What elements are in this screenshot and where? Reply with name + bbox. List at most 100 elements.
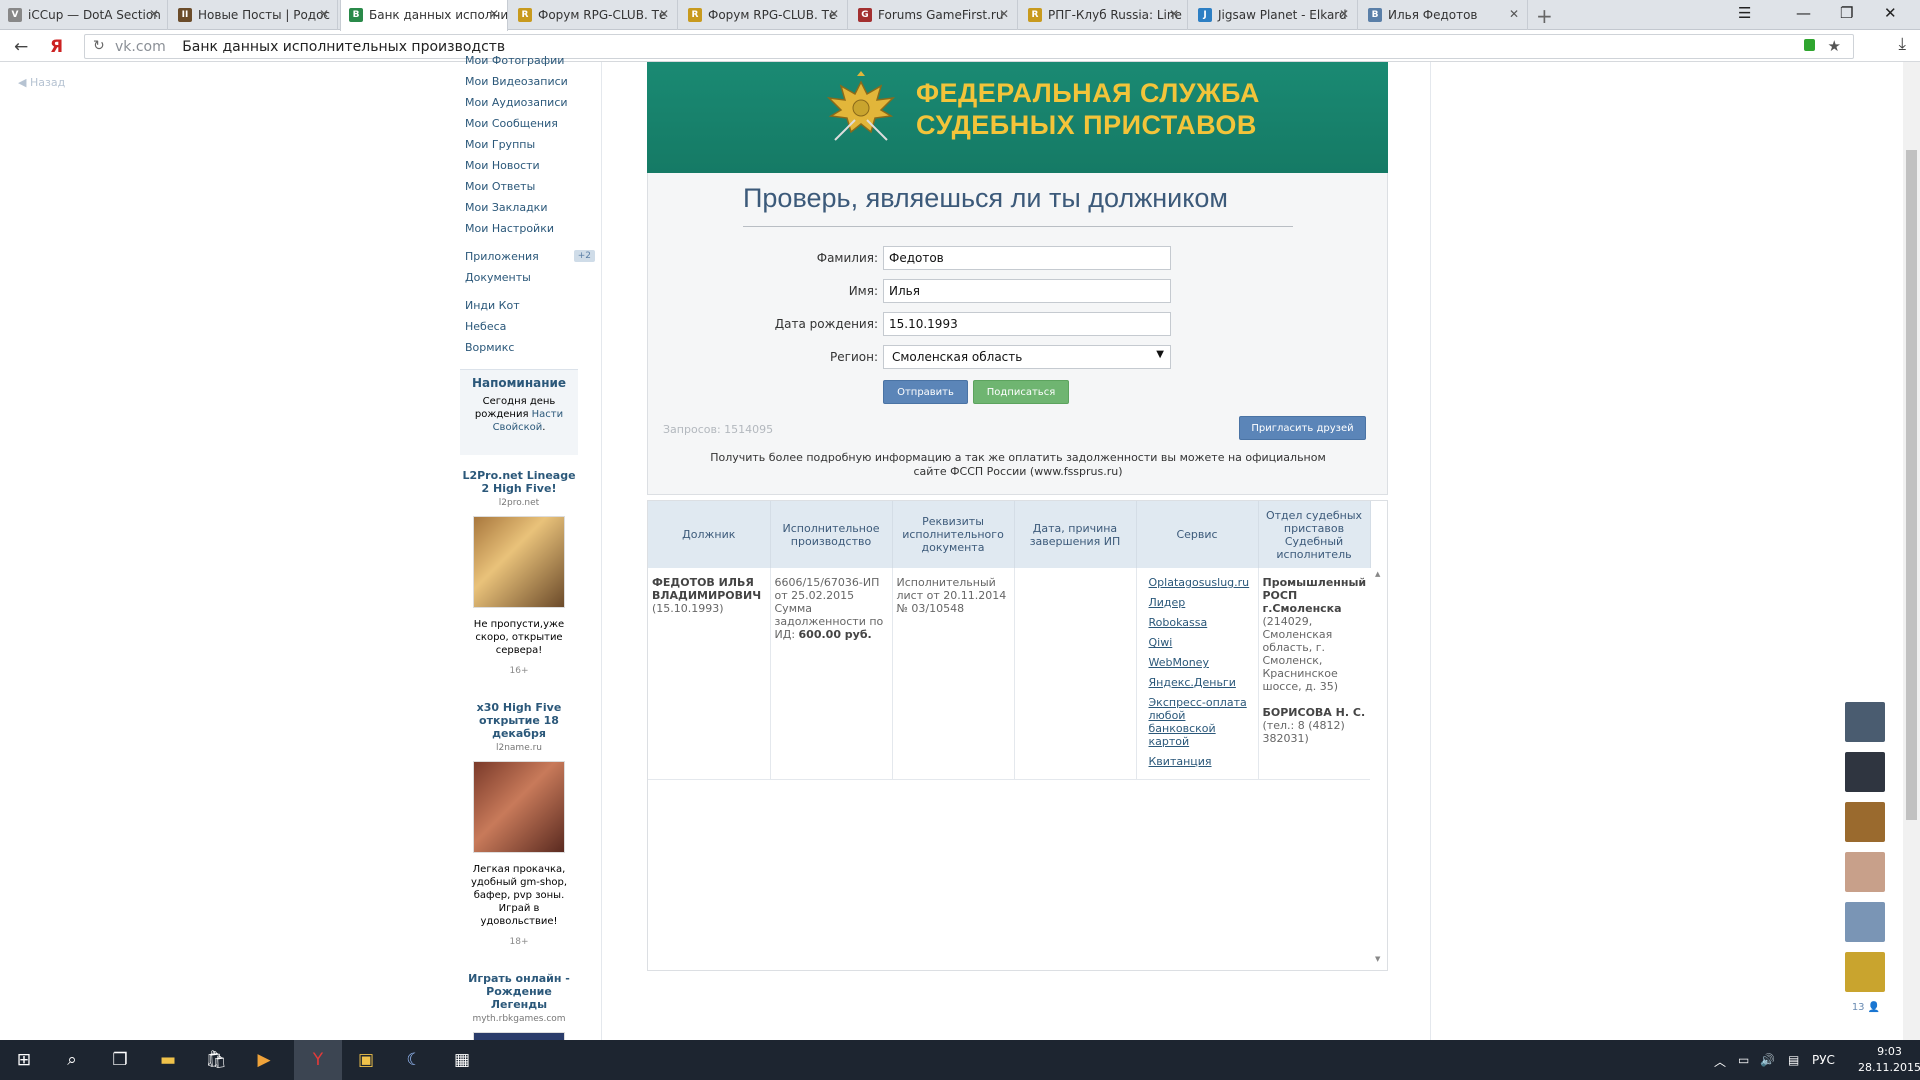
ad-image[interactable] (473, 516, 565, 608)
subscribe-button[interactable]: Подписаться (973, 380, 1069, 404)
menu-item-bookmarks[interactable]: Мои Закладки (465, 201, 595, 222)
close-icon[interactable]: ✕ (149, 7, 159, 21)
lastname-label: Фамилия: (816, 251, 878, 265)
service-link-robokassa[interactable]: Robokassa (1141, 616, 1254, 629)
close-icon[interactable]: ✕ (659, 7, 669, 21)
maximize-icon[interactable]: ❐ (1840, 4, 1853, 22)
service-link-webmoney[interactable]: WebMoney (1141, 656, 1254, 669)
menu-item-audio[interactable]: Мои Аудиозаписи (465, 96, 595, 117)
menu-item-answers[interactable]: Мои Ответы (465, 180, 595, 201)
friends-online-count[interactable]: 13 👤 (1845, 1002, 1887, 1013)
table-scrollbar[interactable]: ▲ ▼ (1373, 568, 1385, 963)
service-link-yandex-money[interactable]: Яндекс.Деньги (1141, 676, 1254, 689)
menu-item-settings[interactable]: Мои Настройки (465, 222, 595, 243)
protect-icon[interactable] (1804, 39, 1815, 51)
service-link-card-payment[interactable]: Экспресс-оплата любой банковской картой (1141, 696, 1254, 748)
download-icon[interactable]: ⤓ (1898, 34, 1906, 54)
service-link-receipt[interactable]: Квитанция (1141, 755, 1254, 768)
menu-icon[interactable]: ☰ (1738, 4, 1751, 22)
calculator-icon[interactable]: ▦ (450, 1048, 474, 1072)
ad-title[interactable]: L2Pro.net Lineage 2 High Five! (460, 469, 578, 495)
tab-iccup[interactable]: V iCCup — DotA Section ✕ (0, 0, 168, 30)
tab-rpg-club-1[interactable]: R Форум RPG-CLUB. Те ✕ (510, 0, 678, 30)
lastname-input[interactable]: Федотов (883, 246, 1171, 270)
input-language[interactable]: РУС (1812, 1053, 1835, 1067)
minimize-icon[interactable]: — (1796, 4, 1811, 22)
menu-item-wormix[interactable]: Вормикс (465, 341, 595, 362)
tab-gamefirst[interactable]: G Forums GameFirst.ru ✕ (850, 0, 1018, 30)
ad-block[interactable]: x30 High Five открытие 18 декабря l2name… (460, 701, 578, 947)
bookmark-star-icon[interactable]: ★ (1828, 37, 1841, 55)
moon-app-icon[interactable]: ☾ (402, 1048, 426, 1072)
menu-item-documents[interactable]: Документы (465, 271, 595, 292)
page-scrollbar[interactable] (1903, 62, 1920, 1040)
close-icon[interactable]: ✕ (1339, 7, 1349, 21)
tab-rodos[interactable]: II Новые Посты | Родос ✕ (170, 0, 338, 30)
notes-app-icon[interactable]: ▣ (354, 1048, 378, 1072)
tray-expand-icon[interactable]: ︿ (1714, 1053, 1726, 1070)
friend-avatar[interactable] (1845, 802, 1885, 842)
service-link-oplatagosuslug[interactable]: Oplatagosuslug.ru (1141, 576, 1254, 589)
ad-image[interactable] (473, 761, 565, 853)
friend-avatar[interactable] (1845, 852, 1885, 892)
menu-item-news[interactable]: Мои Новости (465, 159, 595, 180)
scroll-down-icon[interactable]: ▼ (1375, 955, 1380, 963)
back-link[interactable]: ◀ Назад (18, 76, 65, 89)
ad-title[interactable]: Играть онлайн - Рождение Легенды (460, 972, 578, 1011)
menu-item-nebesa[interactable]: Небеса (465, 320, 595, 341)
close-icon[interactable]: ✕ (1509, 7, 1519, 21)
new-tab-button[interactable]: + (1536, 4, 1553, 28)
file-explorer-icon[interactable]: ▬ (156, 1048, 180, 1072)
menu-item-apps[interactable]: Приложения +2 (465, 250, 595, 271)
volume-icon[interactable]: 🔊 (1760, 1053, 1775, 1067)
tab-jigsaw[interactable]: J Jigsaw Planet - Elkard ✕ (1190, 0, 1358, 30)
search-icon[interactable]: ⌕ (60, 1048, 84, 1072)
tab-fssp-active[interactable]: B Банк данных исполни ✕ (340, 0, 508, 31)
task-view-icon[interactable]: ❐ (108, 1048, 132, 1072)
send-button[interactable]: Отправить (883, 380, 968, 404)
service-link-qiwi[interactable]: Qiwi (1141, 636, 1254, 649)
lastname-row: Фамилия: Федотов (648, 246, 1389, 270)
yandex-icon[interactable]: Я (50, 37, 63, 57)
browser-tab-strip: V iCCup — DotA Section ✕ II Новые Посты … (0, 0, 1920, 31)
friend-avatar[interactable] (1845, 902, 1885, 942)
close-icon[interactable]: ✕ (829, 7, 839, 21)
birthdate-input[interactable]: 15.10.1993 (883, 312, 1171, 336)
invite-friends-button[interactable]: Пригласить друзей (1239, 416, 1366, 440)
tab-rpg-club-2[interactable]: R Форум RPG-CLUB. Те ✕ (680, 0, 848, 30)
system-clock[interactable]: 9:03 28.11.2015 (1858, 1044, 1920, 1076)
store-icon[interactable]: 🛍 (204, 1048, 228, 1072)
close-icon[interactable]: ✕ (1169, 7, 1179, 21)
menu-item-indi-kot[interactable]: Инди Кот (465, 299, 595, 320)
notification-icon[interactable]: ▤ (1788, 1053, 1799, 1067)
windows-start-icon[interactable]: ⊞ (12, 1048, 36, 1072)
firstname-label: Имя: (848, 284, 878, 298)
menu-item-messages[interactable]: Мои Сообщения (465, 117, 595, 138)
back-arrow-icon[interactable]: ← (14, 37, 28, 57)
service-link-lider[interactable]: Лидер (1141, 596, 1254, 609)
close-icon[interactable]: ✕ (489, 7, 499, 21)
region-select[interactable]: Смоленская область ▼ (883, 345, 1171, 369)
reload-icon[interactable]: ↻ (93, 38, 105, 54)
friend-avatar[interactable] (1845, 952, 1885, 992)
menu-item-photos[interactable]: Мои Фотографии (465, 54, 595, 75)
friend-avatar[interactable] (1845, 752, 1885, 792)
ad-block[interactable]: L2Pro.net Lineage 2 High Five! l2pro.net… (460, 469, 578, 676)
tab-profile[interactable]: B Илья Федотов ✕ (1360, 0, 1528, 30)
close-icon[interactable]: ✕ (319, 7, 329, 21)
proceeding-cell: 6606/15/67036-ИП от 25.02.2015 Сумма зад… (770, 568, 893, 780)
scrollbar-thumb[interactable] (1906, 150, 1917, 820)
tab-rpg-russia[interactable]: R РПГ-Клуб Russia: Line ✕ (1020, 0, 1188, 30)
firstname-input[interactable]: Илья (883, 279, 1171, 303)
scroll-up-icon[interactable]: ▲ (1375, 570, 1380, 578)
ad-title[interactable]: x30 High Five открытие 18 декабря (460, 701, 578, 740)
url-field[interactable]: ↻ vk.com Банк данных исполнительных прои… (84, 34, 1854, 59)
close-icon[interactable]: ✕ (999, 7, 1009, 21)
media-player-icon[interactable]: ▶ (252, 1048, 276, 1072)
close-window-icon[interactable]: ✕ (1884, 4, 1897, 22)
network-icon[interactable]: ▭ (1738, 1053, 1749, 1067)
yandex-browser-icon[interactable]: Y (306, 1048, 330, 1072)
menu-item-groups[interactable]: Мои Группы (465, 138, 595, 159)
menu-item-videos[interactable]: Мои Видеозаписи (465, 75, 595, 96)
friend-avatar[interactable] (1845, 702, 1885, 742)
